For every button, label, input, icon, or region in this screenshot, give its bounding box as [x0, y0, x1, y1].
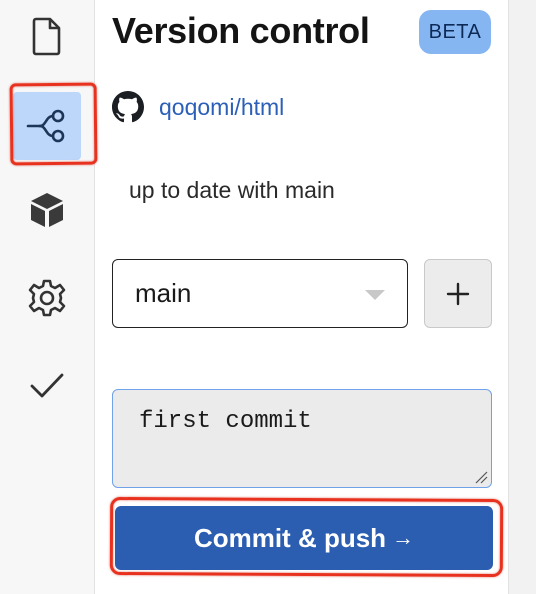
arrow-right-icon: → — [392, 525, 415, 550]
beta-badge: BETA — [419, 10, 491, 54]
repo-link[interactable]: qoqomi/html — [159, 94, 284, 121]
file-icon — [32, 17, 61, 56]
rail-item-version-control[interactable] — [13, 92, 81, 160]
add-branch-button[interactable] — [424, 259, 492, 328]
repo-row: qoqomi/html — [112, 90, 284, 124]
rail-item-files[interactable] — [13, 2, 81, 70]
chevron-down-icon — [365, 290, 385, 300]
app-window: Version control BETA qoqomi/html up to d… — [0, 0, 536, 594]
rail-item-checks[interactable] — [13, 352, 81, 420]
commit-push-button[interactable]: Commit & push → — [115, 506, 493, 570]
rail-item-settings[interactable] — [13, 264, 81, 332]
commit-message-input[interactable]: first commit — [112, 389, 492, 488]
plus-icon — [446, 282, 470, 305]
cube-icon — [31, 193, 63, 227]
gear-icon — [28, 279, 66, 317]
branch-icon — [26, 109, 65, 143]
panel-title: Version control — [112, 10, 370, 51]
sync-status-text: up to date with main — [129, 177, 335, 203]
check-icon — [30, 373, 64, 398]
branch-select-value: main — [135, 278, 192, 308]
activity-bar — [0, 0, 95, 594]
scrollbar-track[interactable] — [508, 0, 536, 594]
branch-select[interactable]: main — [112, 259, 408, 328]
commit-push-label: Commit & push — [193, 522, 387, 553]
github-icon — [112, 91, 144, 123]
rail-item-packages[interactable] — [13, 176, 81, 244]
